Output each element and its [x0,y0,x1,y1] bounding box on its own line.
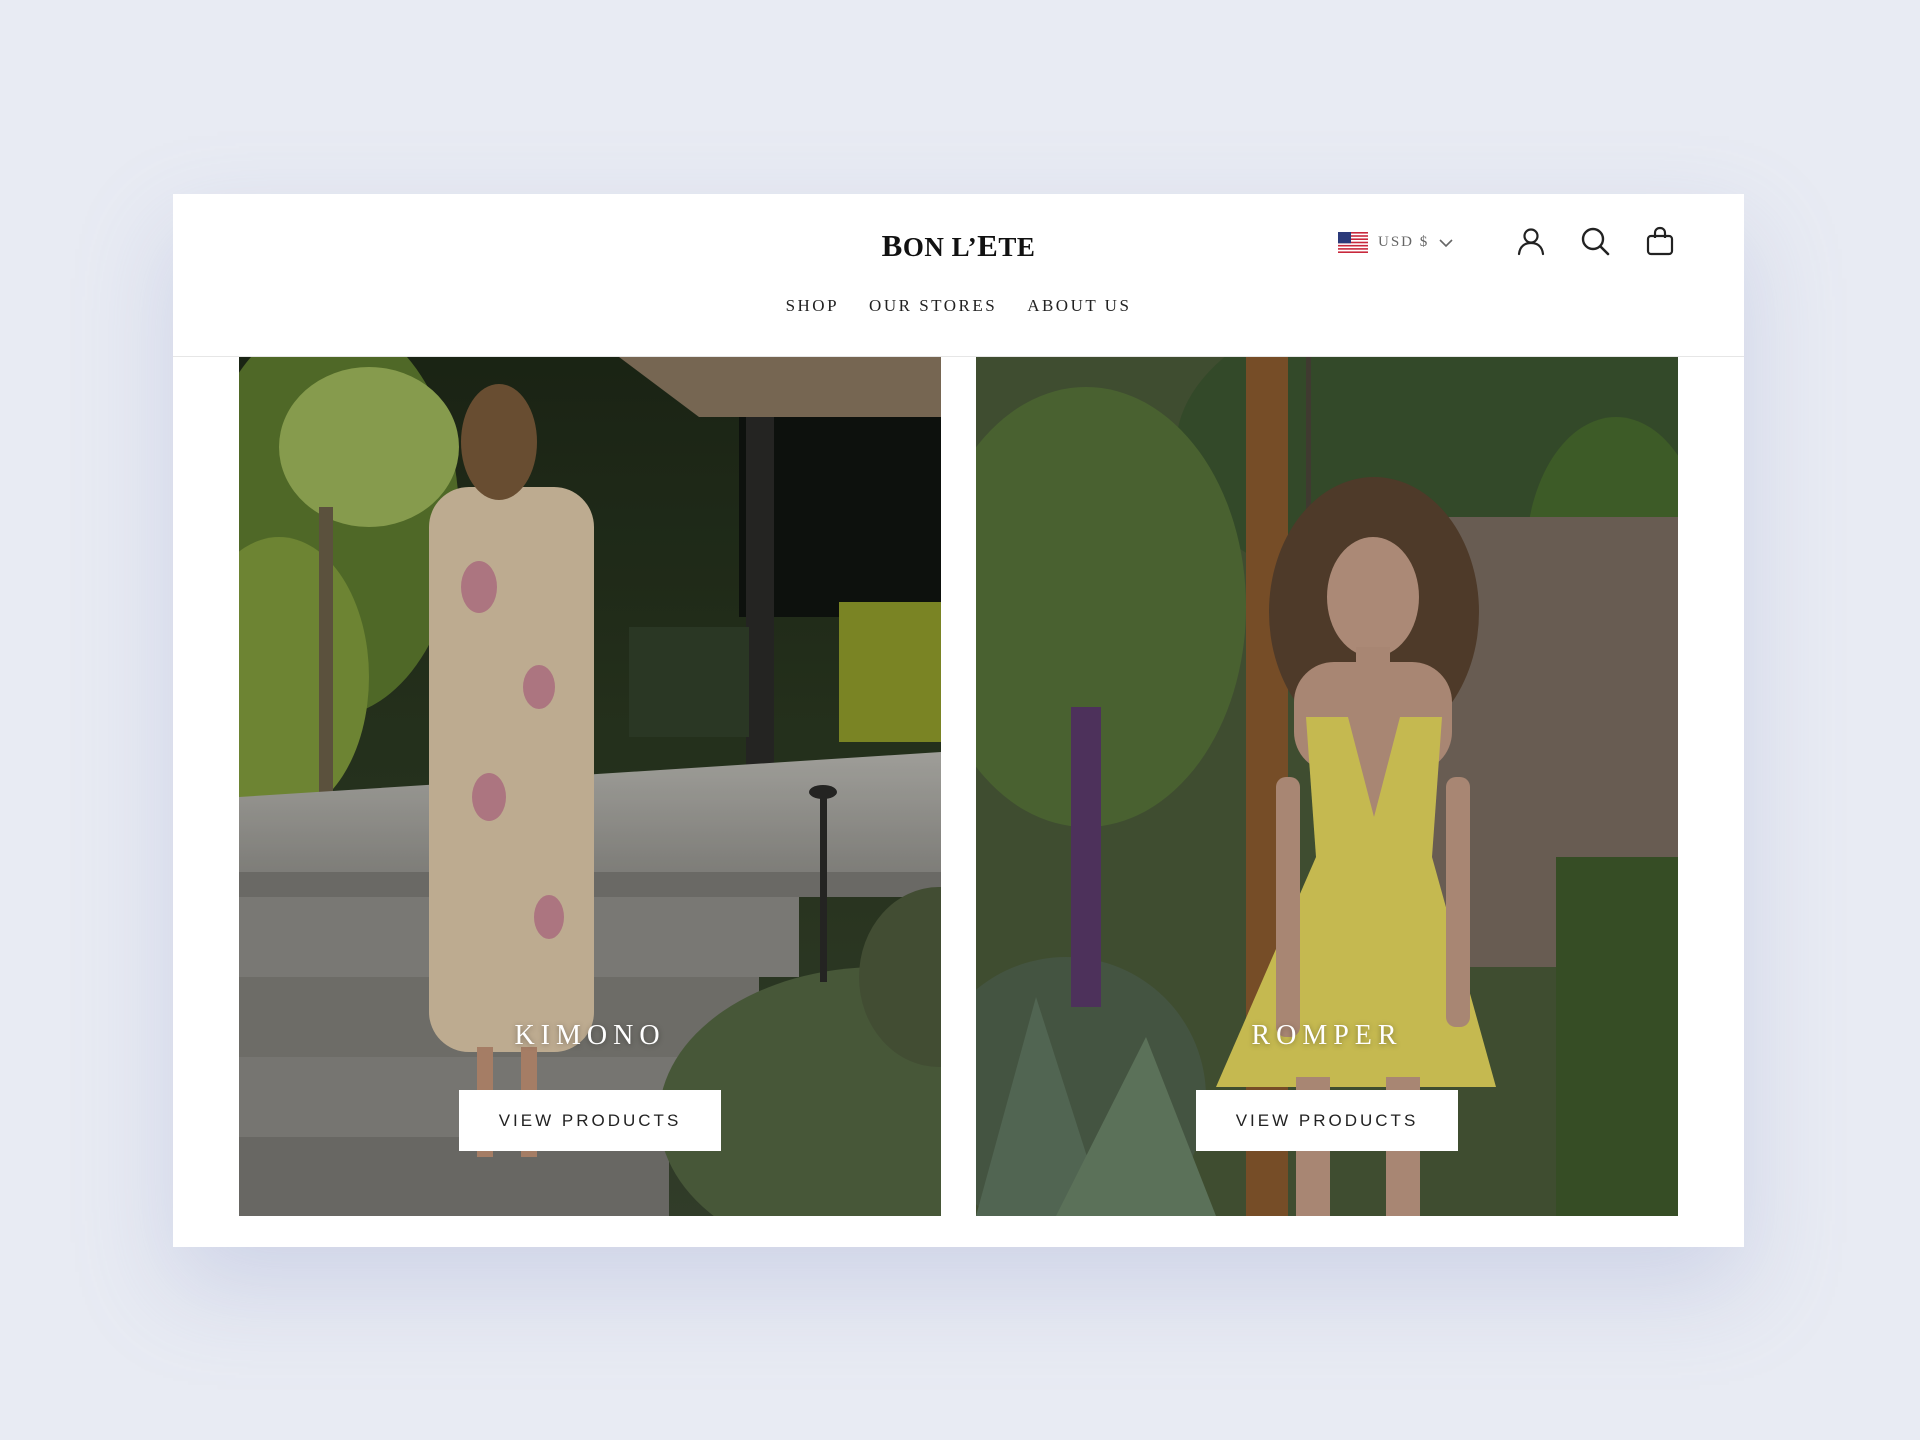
logo-letter: E [977,228,999,263]
search-icon[interactable] [1579,225,1611,257]
logo-letter: B [881,228,903,263]
collection-title: ROMPER [1251,1020,1403,1051]
logo-text: TE [998,232,1036,262]
account-icon[interactable] [1515,225,1547,257]
view-products-button-romper[interactable]: VIEW PRODUCTS [1196,1090,1458,1151]
nav-our-stores[interactable]: OUR STORES [869,296,997,316]
collection-card-kimono[interactable]: KIMONO VIEW PRODUCTS [239,357,941,1216]
chevron-down-icon [1439,238,1453,247]
view-products-button-kimono[interactable]: VIEW PRODUCTS [459,1090,721,1151]
logo-text: ON L’ [902,232,978,262]
cart-icon[interactable] [1644,225,1676,257]
currency-selector[interactable]: USD $ [1338,232,1453,253]
image-overlay [976,357,1678,1216]
currency-label: USD $ [1378,234,1430,250]
nav-about-us[interactable]: ABOUT US [1027,296,1131,316]
us-flag-icon [1338,232,1368,253]
collection-card-romper[interactable]: ROMPER VIEW PRODUCTS [976,357,1678,1216]
storefront-window: BON L’ETE USD $ SHOP OUR STORES ABOUT US… [173,194,1744,1247]
nav-shop[interactable]: SHOP [786,296,839,316]
collection-title: KIMONO [514,1020,666,1051]
image-overlay [239,357,941,1216]
site-header: BON L’ETE USD $ SHOP OUR STORES ABOUT US [173,194,1744,357]
main-nav: SHOP OUR STORES ABOUT US [173,296,1744,316]
brand-logo[interactable]: BON L’ETE [173,228,1744,264]
